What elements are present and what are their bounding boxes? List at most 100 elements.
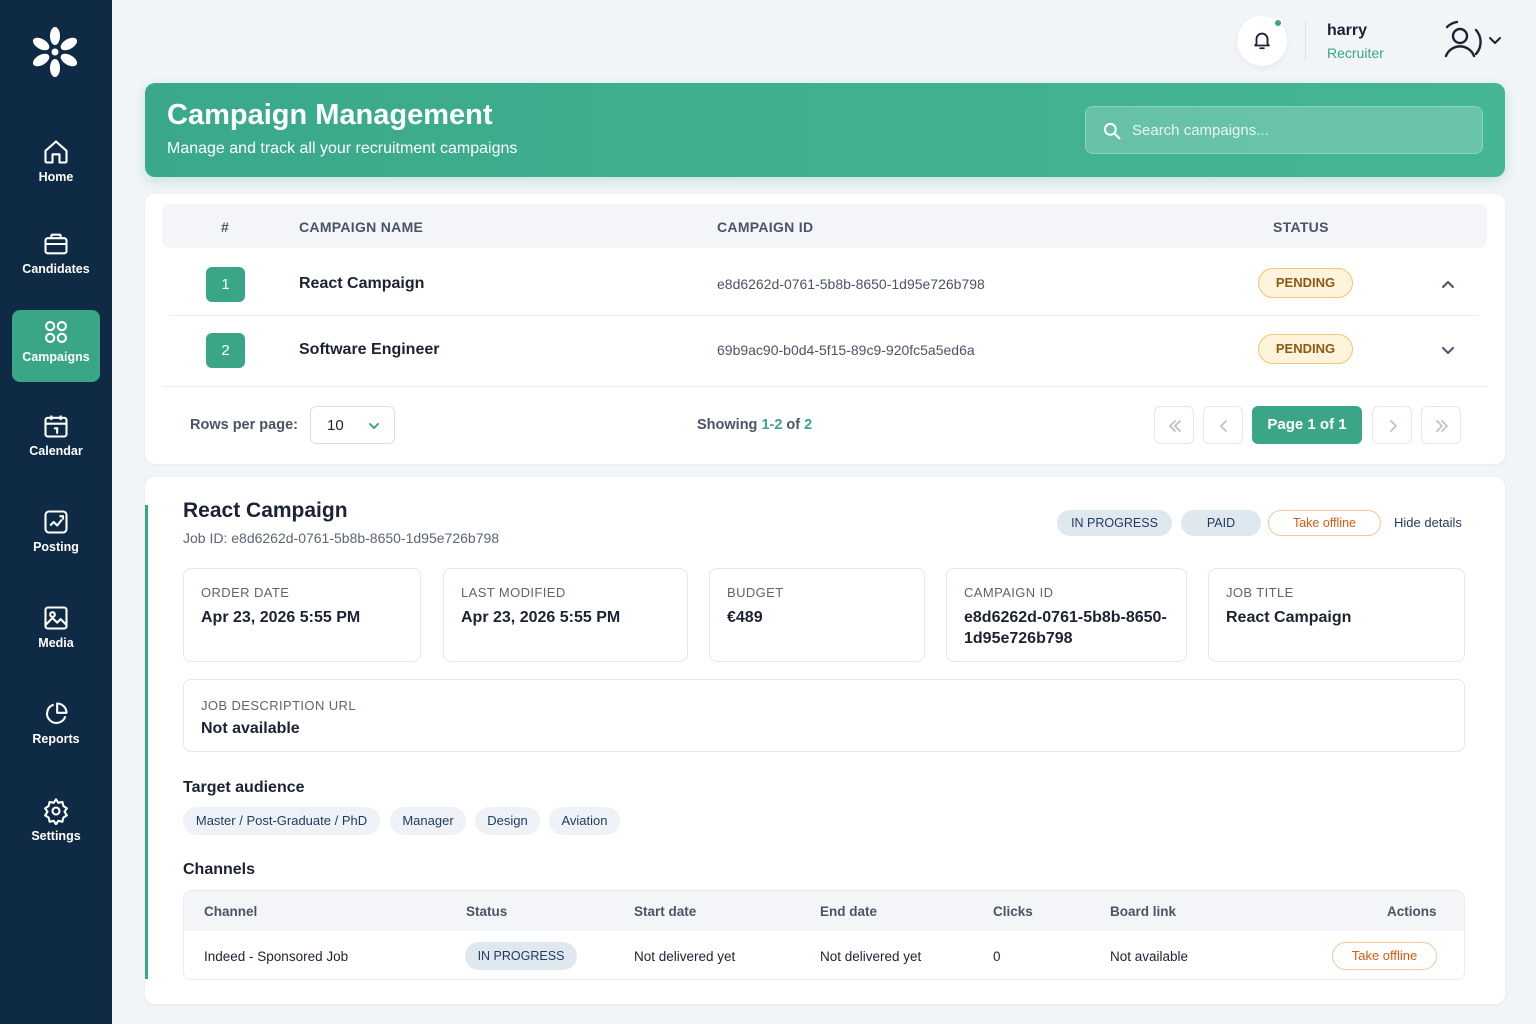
order-date-box: ORDER DATE Apr 23, 2026 5:55 PM [183,568,421,662]
job-title-box: JOB TITLE React Campaign [1208,568,1465,662]
pagination-bar: Rows per page: 10 Showing 1-2 of 2 Page … [162,386,1487,462]
column-header-name[interactable]: CAMPAIGN NAME [299,219,423,235]
channel-board-link: Not available [1110,949,1189,964]
column-header-board-link: Board link [1110,904,1177,919]
budget-box: BUDGET €489 [709,568,925,662]
take-offline-button[interactable]: Take offline [1268,510,1381,536]
field-value: React Campaign [1226,609,1352,626]
search-icon [1103,122,1121,140]
field-value: Not available [201,720,300,737]
campaign-id-box: CAMPAIGN ID e8d6262d-0761-5b8b-8650-1d95… [946,568,1187,662]
column-header-channel: Channel [204,904,258,919]
campaign-id: e8d6262d-0761-5b8b-8650-1d95e726b798 [717,276,985,292]
posting-icon [44,510,68,534]
home-icon [44,140,68,164]
target-audience-title: Target audience [183,779,305,796]
channel-end-date: Not delivered yet [820,949,922,964]
chevron-down-icon[interactable] [1438,340,1458,360]
sidebar: Home Candidates Campaigns Calendar Posti… [0,0,112,1024]
prev-page-button[interactable] [1203,406,1243,444]
channel-take-offline-button[interactable]: Take offline [1332,942,1437,970]
user-avatar-icon[interactable] [1438,18,1484,64]
chevron-down-icon[interactable] [1487,34,1503,48]
page-title: Campaign Management [167,99,493,131]
field-value: Apr 23, 2026 5:55 PM [461,609,621,626]
chevrons-left-icon [1169,420,1181,432]
row-number-badge: 2 [206,333,245,368]
audience-tag: Aviation [549,807,620,835]
first-page-button[interactable] [1154,406,1194,444]
sidebar-item-reports[interactable]: Reports [12,692,100,764]
chevrons-right-icon [1436,420,1448,432]
channels-table: Channel Status Start date End date Click… [183,890,1465,980]
showing-total: 2 [804,417,813,433]
channels-table-header: Channel Status Start date End date Click… [184,891,1464,931]
chevron-up-icon[interactable] [1438,274,1458,294]
campaigns-table-card: # CAMPAIGN NAME CAMPAIGN ID STATUS 1 Rea… [145,194,1505,464]
notifications-button[interactable] [1237,16,1287,66]
sidebar-item-settings[interactable]: Settings [12,789,100,861]
accent-line [145,505,148,979]
next-page-button[interactable] [1372,406,1412,444]
calendar-icon [44,415,68,438]
search-input[interactable] [1132,107,1472,153]
sidebar-item-label: Campaigns [22,350,90,364]
grid-icon [45,321,67,343]
last-modified-box: LAST MODIFIED Apr 23, 2026 5:55 PM [443,568,688,662]
sidebar-item-calendar[interactable]: Calendar [12,404,100,476]
field-label: BUDGET [727,585,784,600]
field-label: JOB DESCRIPTION URL [201,698,356,713]
notification-dot [1273,18,1283,28]
user-role: Recruiter [1327,45,1384,61]
column-header-end-date: End date [820,904,878,919]
divider [1305,20,1306,62]
sidebar-item-media[interactable]: Media [12,596,100,668]
sidebar-item-label: Posting [33,540,79,554]
rows-per-page-select[interactable]: 10 [310,406,395,444]
row-number-badge: 1 [206,267,245,302]
column-header-status[interactable]: STATUS [1273,219,1329,235]
rows-per-page-label: Rows per page: [190,417,298,433]
table-row[interactable]: 2 Software Engineer 69b9ac90-b0d4-5f15-8… [170,318,1478,382]
sidebar-item-campaigns[interactable]: Campaigns [12,310,100,382]
column-header-id[interactable]: CAMPAIGN ID [717,219,813,235]
detail-title: React Campaign [183,499,348,522]
sidebar-item-label: Home [38,170,74,184]
field-value: €489 [727,609,763,626]
rows-per-page-value: 10 [327,417,344,434]
page-indicator: Page 1 of 1 [1252,406,1362,444]
page-subtitle: Manage and track all your recruitment ca… [167,140,518,157]
chevron-left-icon [1220,420,1227,432]
sidebar-item-label: Media [38,636,74,650]
field-label: ORDER DATE [201,585,290,600]
column-header-start-date: Start date [634,904,697,919]
showing-prefix: Showing [697,417,762,433]
status-badge: PENDING [1258,268,1353,298]
app-logo-icon[interactable] [27,24,83,80]
sidebar-item-posting[interactable]: Posting [12,500,100,572]
sidebar-item-candidates[interactable]: Candidates [12,222,100,294]
table-row[interactable]: 1 React Campaign e8d6262d-0761-5b8b-8650… [170,252,1478,316]
pie-chart-icon [46,702,68,724]
job-description-url-box: JOB DESCRIPTION URL Not available [183,679,1465,752]
table-header: # CAMPAIGN NAME CAMPAIGN ID STATUS [162,204,1487,248]
audience-tag: Manager [390,807,466,835]
campaign-id: 69b9ac90-b0d4-5f15-89c9-920fc5a5ed6a [717,342,975,358]
sidebar-item-home[interactable]: Home [12,130,100,202]
status-badge: PENDING [1258,334,1353,364]
channel-clicks: 0 [993,949,1001,964]
search-box[interactable] [1085,106,1483,154]
last-page-button[interactable] [1421,406,1461,444]
sidebar-item-label: Candidates [22,262,90,276]
campaign-name: Software Engineer [299,341,440,358]
chevron-right-icon [1390,420,1397,432]
audience-tag: Design [475,807,540,835]
showing-of: of [782,417,805,433]
channel-name: Indeed - Sponsored Job [204,949,349,964]
hide-details-link[interactable]: Hide details [1394,515,1462,530]
image-icon [44,606,68,630]
sidebar-item-label: Reports [32,732,80,746]
chevron-down-icon [369,423,379,429]
channel-start-date: Not delivered yet [634,949,736,964]
page-header: Campaign Management Manage and track all… [145,83,1505,177]
